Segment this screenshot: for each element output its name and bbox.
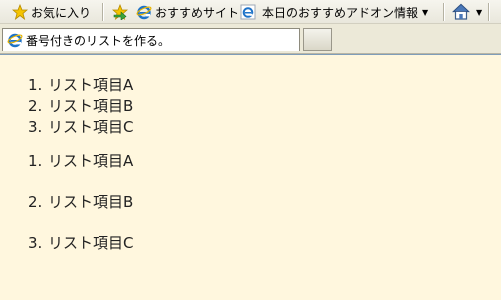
chevron-down-icon: ▼	[422, 7, 429, 17]
tab-title: 番号付きのリストを作る。	[26, 33, 171, 48]
list-item: 2. リスト項目B	[28, 97, 134, 115]
addons-button[interactable]: 本日のおすすめアドオン情報 ▼	[240, 2, 428, 22]
ie-icon	[7, 33, 23, 48]
chevron-down-icon[interactable]: ▼	[476, 8, 482, 17]
ordered-list-compact: 1. リスト項目A 2. リスト項目B 3. リスト項目C	[28, 75, 133, 138]
separator	[488, 3, 490, 21]
list-item: 1. リスト項目A	[28, 76, 134, 94]
ordered-list-spaced: 1. リスト項目A 2. リスト項目B 3. リスト項目C	[28, 151, 133, 274]
favorites-button[interactable]: お気に入り	[12, 2, 91, 22]
new-tab-button[interactable]	[303, 28, 332, 51]
suggested-sites-button[interactable]: おすすめサイト ▼	[136, 2, 249, 22]
star-icon	[12, 4, 28, 20]
separator	[102, 3, 104, 21]
home-button[interactable]: ▼	[452, 2, 482, 22]
favorites-bar: お気に入り おすすめサイト ▼ 本日のおすすめアドオン情報 ▼	[0, 0, 501, 24]
list-item: 3. リスト項目C	[28, 118, 134, 136]
ie-icon	[136, 5, 152, 20]
list-item: 1. リスト項目A	[28, 152, 134, 170]
list-item: 3. リスト項目C	[28, 234, 134, 252]
add-favorite-icon	[112, 4, 128, 20]
favorites-label: お気に入り	[31, 5, 92, 20]
add-to-favorites-bar-button[interactable]	[112, 2, 134, 22]
suggested-sites-label: おすすめサイト	[155, 5, 240, 20]
tab-current[interactable]: 番号付きのリストを作る。	[2, 28, 300, 51]
addons-label: 本日のおすすめアドオン情報	[262, 5, 419, 20]
tab-strip: 番号付きのリストを作る。	[0, 24, 501, 54]
ie-addon-icon	[240, 4, 256, 20]
home-icon	[452, 3, 470, 20]
separator	[443, 3, 445, 21]
page-content: 1. リスト項目A 2. リスト項目B 3. リスト項目C 1. リスト項目A 2. リス…	[0, 54, 501, 300]
list-item: 2. リスト項目B	[28, 193, 134, 211]
